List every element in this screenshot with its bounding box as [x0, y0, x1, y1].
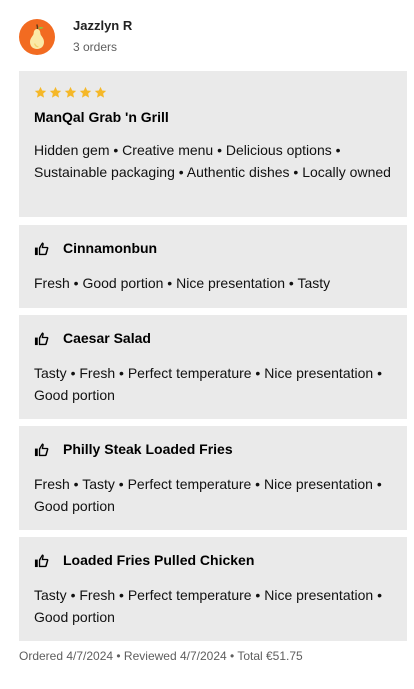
thumbs-up-icon	[34, 331, 49, 345]
item-tags: Fresh • Tasty • Perfect temperature • Ni…	[34, 476, 382, 514]
item-header: Cinnamonbun	[34, 239, 157, 257]
item-review-card: Loaded Fries Pulled Chicken Tasty • Fres…	[19, 537, 407, 641]
order-summary: Ordered 4/7/2024 • Reviewed 4/7/2024 • T…	[19, 649, 303, 663]
user-order-count: 3 orders	[73, 40, 118, 54]
item-name: Caesar Salad	[63, 330, 151, 346]
item-header: Caesar Salad	[34, 329, 151, 347]
star-icon	[79, 86, 92, 99]
item-name: Philly Steak Loaded Fries	[63, 441, 233, 457]
user-name: Jazzlyn R	[73, 18, 133, 33]
star-icon	[94, 86, 107, 99]
item-name: Cinnamonbun	[63, 240, 158, 256]
item-tags: Fresh • Good portion • Nice presentation…	[34, 275, 331, 291]
restaurant-name: ManQal Grab 'n Grill	[34, 109, 169, 125]
thumbs-up-icon	[34, 553, 49, 567]
restaurant-review-card: ManQal Grab 'n Grill Hidden gem • Creati…	[19, 71, 407, 217]
review-page: Jazzlyn R 3 orders ManQal Grab 'n Grill …	[0, 0, 414, 689]
star-icon	[34, 86, 47, 99]
item-tags: Tasty • Fresh • Perfect temperature • Ni…	[34, 365, 382, 403]
item-tags: Tasty • Fresh • Perfect temperature • Ni…	[34, 587, 382, 625]
star-rating	[34, 86, 107, 99]
avatar[interactable]	[19, 18, 55, 55]
item-header: Philly Steak Loaded Fries	[34, 440, 233, 458]
item-review-card: Philly Steak Loaded Fries Fresh • Tasty …	[19, 426, 407, 530]
star-icon	[64, 86, 77, 99]
star-icon	[49, 86, 62, 99]
item-header: Loaded Fries Pulled Chicken	[34, 551, 254, 569]
item-review-card: Cinnamonbun Fresh • Good portion • Nice …	[19, 225, 407, 308]
thumbs-up-icon	[34, 241, 49, 255]
user-meta: Jazzlyn R 3 orders	[73, 18, 132, 55]
pear-icon	[30, 23, 44, 49]
user-header: Jazzlyn R 3 orders	[19, 18, 132, 55]
item-review-card: Caesar Salad Tasty • Fresh • Perfect tem…	[19, 315, 407, 419]
item-name: Loaded Fries Pulled Chicken	[63, 552, 255, 568]
thumbs-up-icon	[34, 442, 49, 456]
restaurant-tags: Hidden gem • Creative menu • Delicious o…	[34, 142, 391, 180]
